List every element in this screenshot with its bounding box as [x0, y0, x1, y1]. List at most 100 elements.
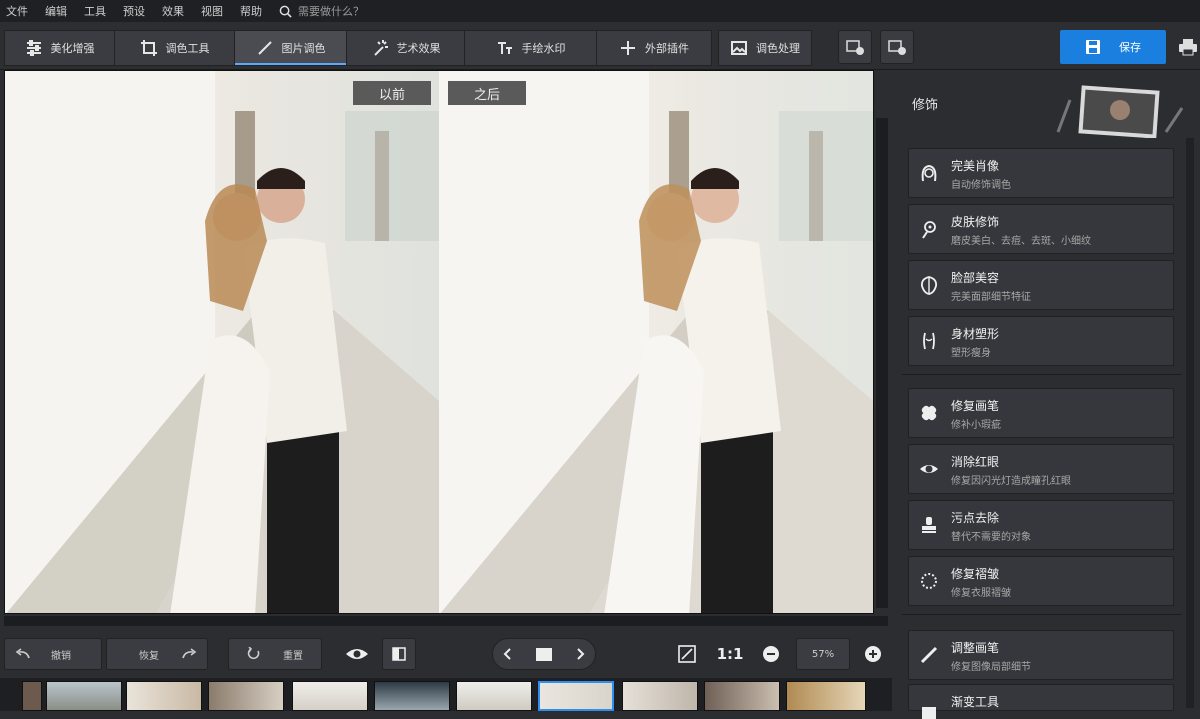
sliders-icon	[26, 40, 41, 56]
gradient-icon	[922, 707, 936, 719]
preview-toggle[interactable]	[338, 638, 376, 670]
search-placeholder: 需要做什么？	[298, 5, 364, 18]
retouch-item-face-beauty[interactable]: 脸部美容 完美面部细节特征	[908, 260, 1174, 310]
tab-label: 美化增强	[50, 42, 95, 55]
retouch-item-body-shape[interactable]: 身材塑形 塑形瘦身	[908, 316, 1174, 366]
item-title: 皮肤修饰	[951, 215, 1000, 229]
item-title: 身材塑形	[951, 327, 1000, 341]
menu-effects[interactable]: 效果	[162, 3, 184, 19]
thumbnail[interactable]	[622, 681, 698, 711]
retouch-item-gradient[interactable]: 渐变工具	[908, 684, 1174, 719]
redo-icon	[182, 648, 197, 659]
menu-view[interactable]: 视图	[201, 3, 223, 19]
tab-watermark[interactable]: 手绘水印	[464, 30, 596, 66]
item-title: 污点去除	[951, 511, 1000, 525]
plus-icon	[621, 41, 635, 55]
wrinkle-icon	[921, 573, 937, 589]
tab-art-effects[interactable]: 艺术效果	[346, 30, 464, 66]
reset-button[interactable]: 重置	[228, 638, 322, 670]
fit-screen-button[interactable]	[672, 638, 702, 670]
before-photo	[5, 71, 439, 613]
retouch-panel: 修饰 完美肖像 自动修饰调色 皮肤修饰 磨皮美白、去痘、去斑、小细纹 脸部美容 …	[892, 70, 1200, 719]
text-icon	[497, 42, 512, 54]
share-icon	[888, 40, 906, 55]
redo-label: 恢复	[139, 650, 159, 662]
canvas-horizontal-scrollbar[interactable]	[4, 616, 888, 626]
menu-edit[interactable]: 编辑	[45, 3, 67, 19]
menu-file[interactable]: 文件	[6, 3, 28, 19]
retouch-item-red-eye[interactable]: 消除红眼 修复因闪光灯造成瞳孔红眼	[908, 444, 1174, 494]
crop-icon	[140, 40, 157, 56]
thumbnail-selected[interactable]	[538, 681, 614, 711]
face-shape-icon	[920, 276, 938, 295]
split-view-icon	[392, 647, 406, 661]
tab-crop[interactable]: 调色工具	[114, 30, 234, 66]
canvas-vertical-scrollbar[interactable]	[876, 118, 888, 608]
retouch-item-adjust-brush[interactable]: 调整画笔 修复图像局部细节	[908, 630, 1174, 680]
actual-size-button[interactable]: 1:1	[712, 638, 748, 670]
menu-tools[interactable]: 工具	[84, 3, 106, 19]
item-desc: 修复图像局部细节	[951, 662, 1031, 673]
thumbnail[interactable]	[456, 681, 532, 711]
tab-label: 调色工具	[165, 42, 210, 55]
item-desc: 磨皮美白、去痘、去斑、小细纹	[951, 236, 1091, 247]
item-desc: 修补小瑕疵	[951, 420, 1001, 431]
zoom-in-button[interactable]	[860, 638, 886, 670]
export-button[interactable]	[838, 30, 872, 64]
retouch-item-wrinkle[interactable]: 修复褶皱 修复衣服褶皱	[908, 556, 1174, 606]
thumbnail[interactable]	[704, 681, 780, 711]
tab-plugins[interactable]: 外部插件	[596, 30, 712, 66]
thumbnail[interactable]	[22, 681, 42, 711]
tab-batch[interactable]: 调色处理	[718, 30, 812, 66]
tab-enhance[interactable]: 美化增强	[4, 30, 114, 66]
redo-button[interactable]: 恢复	[106, 638, 208, 670]
zoom-field[interactable]: 57%	[796, 638, 850, 670]
item-title: 完美肖像	[951, 159, 1000, 173]
save-button[interactable]: 保存	[1060, 30, 1166, 64]
thumbnail[interactable]	[292, 681, 368, 711]
item-desc: 完美面部细节特征	[951, 292, 1031, 303]
thumbnail[interactable]	[786, 681, 866, 711]
menu-search[interactable]: 需要做什么？	[279, 3, 364, 19]
retouch-item-perfect-portrait[interactable]: 完美肖像 自动修饰调色	[908, 148, 1174, 198]
item-title: 修复画笔	[951, 399, 1000, 413]
retouch-item-clone[interactable]: 污点去除 替代不需要的对象	[908, 500, 1174, 550]
print-icon	[1179, 39, 1197, 56]
chevron-left-icon[interactable]	[503, 648, 513, 660]
image-icon	[731, 41, 747, 55]
zoom-out-button[interactable]	[758, 638, 784, 670]
item-title: 调整画笔	[951, 641, 1000, 655]
skin-icon	[922, 221, 936, 239]
plus-circle-icon	[865, 646, 881, 662]
share-button[interactable]	[880, 30, 914, 64]
after-label: 之后	[448, 81, 526, 105]
item-desc: 塑形瘦身	[951, 348, 991, 359]
tab-color-brush[interactable]: 图片调色	[234, 30, 346, 66]
photo-canvas[interactable]: 以前 之后	[4, 70, 874, 614]
reset-icon	[247, 647, 260, 660]
item-title: 修复褶皱	[951, 567, 1000, 581]
menu-bar: 文件 编辑 工具 预设 效果 视图 帮助 需要做什么？	[0, 0, 1200, 22]
menu-help[interactable]: 帮助	[240, 3, 262, 19]
thumbnail[interactable]	[374, 681, 450, 711]
main-toolbar: 美化增强 调色工具 图片调色 艺术效果 手绘水印 外部插件 调色处理 保存	[0, 22, 1200, 70]
compare-button[interactable]	[382, 638, 416, 670]
thumbnail[interactable]	[46, 681, 122, 711]
undo-button[interactable]: 撤销	[4, 638, 102, 670]
thumbnail[interactable]	[126, 681, 202, 711]
retouch-item-heal-brush[interactable]: 修复画笔 修补小瑕疵	[908, 388, 1174, 438]
panel-scrollbar[interactable]	[1186, 138, 1194, 708]
stamp-icon	[922, 517, 936, 533]
tool-tabs: 美化增强 调色工具 图片调色 艺术效果 手绘水印 外部插件 调色处理	[4, 30, 812, 66]
magic-wand-icon	[373, 40, 388, 56]
retouch-item-skin[interactable]: 皮肤修饰 磨皮美白、去痘、去斑、小细纹	[908, 204, 1174, 254]
body-icon	[923, 332, 935, 350]
chevron-right-icon[interactable]	[575, 648, 585, 660]
thumbnail[interactable]	[208, 681, 284, 711]
after-photo	[439, 71, 873, 613]
brush-icon	[920, 646, 938, 664]
print-button[interactable]	[1178, 38, 1198, 60]
menu-presets[interactable]: 预设	[123, 3, 145, 19]
minus-circle-icon	[763, 646, 779, 662]
folder-icon[interactable]	[535, 646, 553, 662]
